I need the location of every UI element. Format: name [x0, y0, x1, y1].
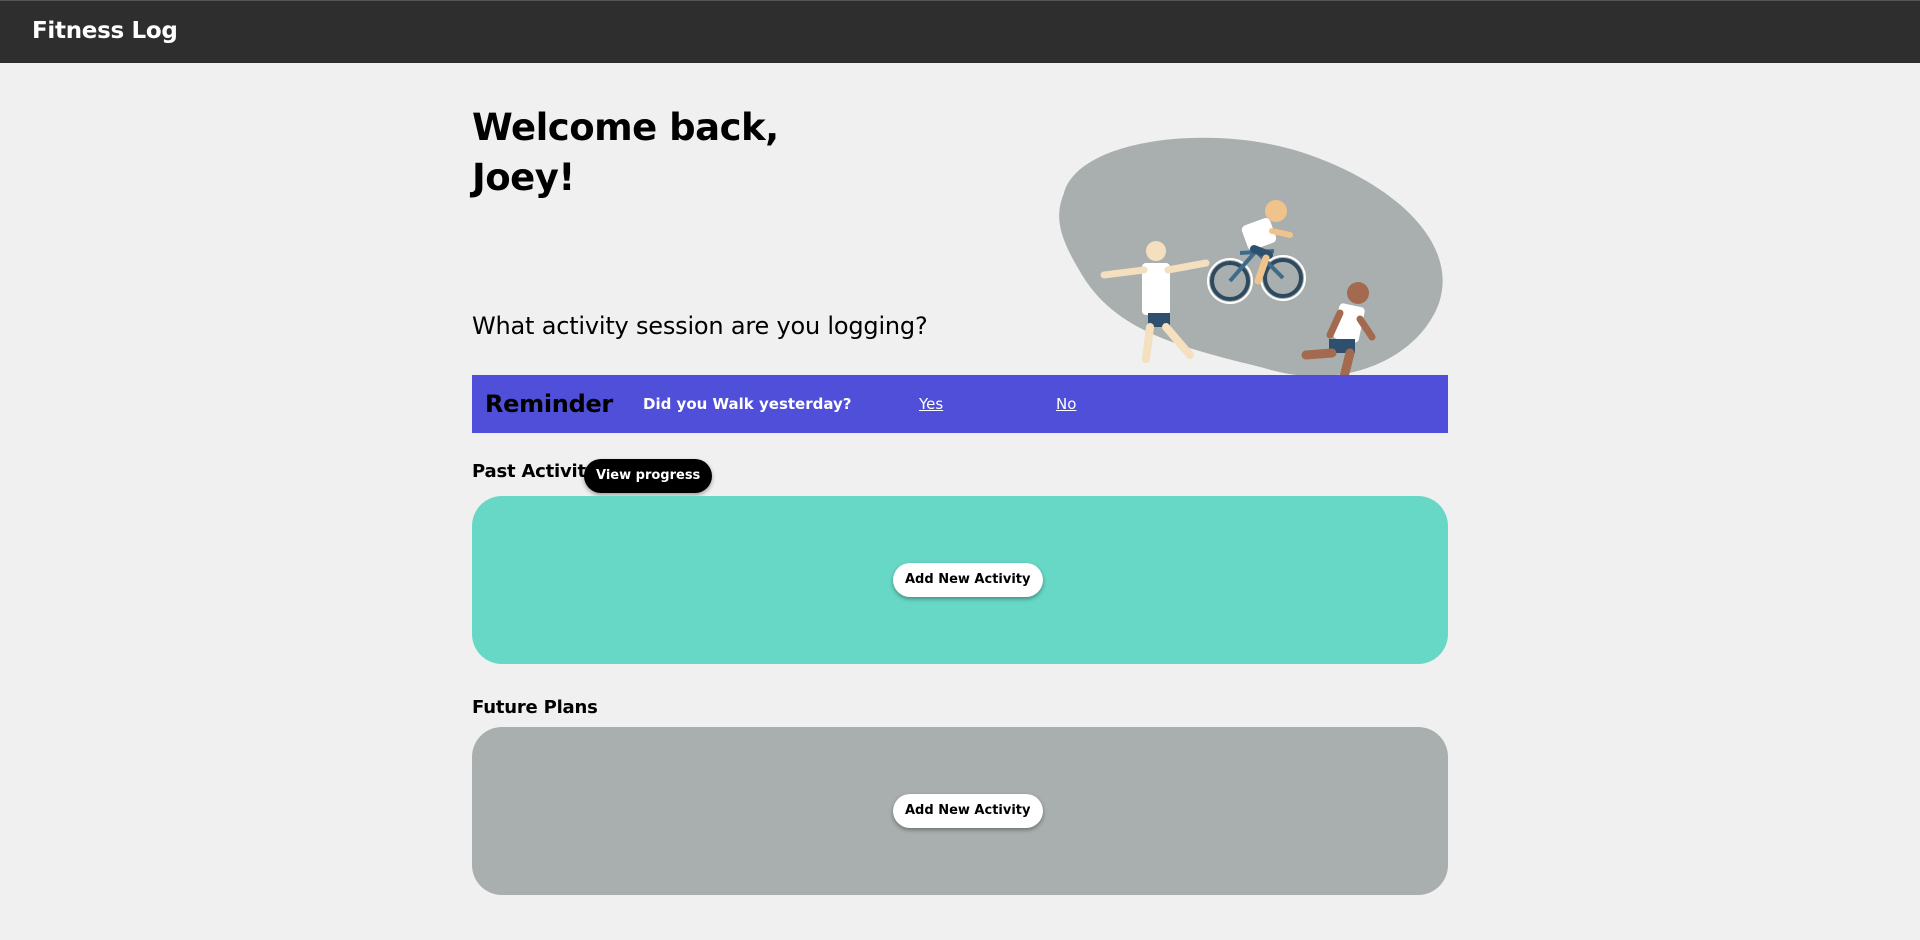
athletes-illustration-icon [1059, 137, 1443, 383]
reminder-title: Reminder [485, 390, 613, 418]
past-activity-label: Past Activity [472, 461, 598, 482]
reminder-question: Did you Walk yesterday? [643, 395, 852, 413]
reminder-banner: Reminder Did you Walk yesterday? Yes No [472, 375, 1448, 433]
welcome-line-1: Welcome back, [472, 106, 779, 149]
app-title[interactable]: Fitness Log [32, 18, 178, 44]
add-past-activity-button[interactable]: Add New Activity [893, 563, 1043, 597]
add-future-activity-button[interactable]: Add New Activity [893, 794, 1043, 828]
past-activity-panel: Add New Activity [472, 496, 1448, 664]
main-content: Welcome back, Joey! What activity sessio… [472, 63, 1448, 940]
view-progress-button[interactable]: View progress [584, 459, 713, 493]
activity-prompt: What activity session are you logging? [472, 312, 928, 340]
welcome-heading: Welcome back, Joey! [472, 103, 779, 203]
reminder-no-link[interactable]: No [1056, 395, 1076, 413]
reminder-yes-link[interactable]: Yes [919, 395, 943, 413]
welcome-line-2: Joey! [472, 156, 575, 199]
future-plans-panel: Add New Activity [472, 727, 1448, 895]
top-app-bar: Fitness Log [0, 0, 1920, 63]
future-plans-label: Future Plans [472, 697, 598, 718]
